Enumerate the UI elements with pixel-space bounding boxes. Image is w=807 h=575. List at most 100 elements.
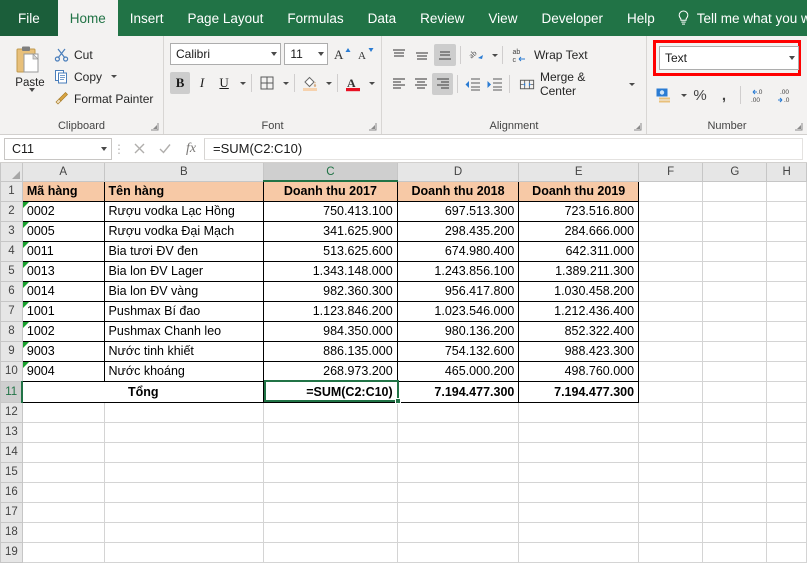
align-bottom-button[interactable] xyxy=(434,44,456,66)
cell-b2[interactable]: Rượu vodka Lạc Hồng xyxy=(104,201,264,221)
cell-e18[interactable] xyxy=(519,522,639,542)
cell-f15[interactable] xyxy=(639,462,703,482)
cell-d7[interactable]: 1.023.546.000 xyxy=(397,301,519,321)
cell-c8[interactable]: 984.350.000 xyxy=(264,321,398,341)
name-box[interactable]: C11 xyxy=(4,138,112,160)
cell-b9[interactable]: Nước tinh khiết xyxy=(104,341,264,361)
cell-e17[interactable] xyxy=(519,502,639,522)
cell-h13[interactable] xyxy=(767,422,807,442)
cell-a8[interactable]: 1002 xyxy=(22,321,104,341)
alignment-dialog-launcher[interactable] xyxy=(633,122,642,131)
cell-e11[interactable]: 7.194.477.300 xyxy=(519,381,639,402)
cell-d17[interactable] xyxy=(397,502,519,522)
increase-font-size-button[interactable]: A xyxy=(331,43,351,65)
cell-b16[interactable] xyxy=(104,482,264,502)
paste-dropdown-caret[interactable] xyxy=(29,88,35,92)
align-center-button[interactable] xyxy=(410,73,431,95)
percent-style-button[interactable]: % xyxy=(689,84,711,106)
row-header-6[interactable]: 6 xyxy=(1,281,23,301)
formula-bar-grip[interactable]: ⋮ xyxy=(112,142,126,156)
row-header-10[interactable]: 10 xyxy=(1,361,23,381)
cell-c4[interactable]: 513.625.600 xyxy=(264,241,398,261)
font-dialog-launcher[interactable] xyxy=(368,122,377,131)
tab-view[interactable]: View xyxy=(476,0,529,36)
format-painter-button[interactable]: Format Painter xyxy=(54,89,153,108)
cell-g3[interactable] xyxy=(703,221,767,241)
row-header-14[interactable]: 14 xyxy=(1,442,23,462)
cell-a10[interactable]: 9004 xyxy=(22,361,104,381)
cell-h6[interactable] xyxy=(767,281,807,301)
cell-f13[interactable] xyxy=(639,422,703,442)
italic-button[interactable]: I xyxy=(192,72,212,94)
font-color-button[interactable]: A xyxy=(343,72,363,94)
cell-d3[interactable]: 298.435.200 xyxy=(397,221,519,241)
tab-review[interactable]: Review xyxy=(408,0,476,36)
cell-h5[interactable] xyxy=(767,261,807,281)
cell-a6[interactable]: 0014 xyxy=(22,281,104,301)
cell-h11[interactable] xyxy=(767,381,807,402)
tab-developer[interactable]: Developer xyxy=(529,0,615,36)
cell-b18[interactable] xyxy=(104,522,264,542)
cell-h7[interactable] xyxy=(767,301,807,321)
cell-e4[interactable]: 642.311.000 xyxy=(519,241,639,261)
clipboard-dialog-launcher[interactable] xyxy=(150,122,159,131)
cell-c18[interactable] xyxy=(264,522,398,542)
cell-h16[interactable] xyxy=(767,482,807,502)
merge-center-button[interactable]: Merge & Center xyxy=(514,73,640,96)
accounting-dropdown-caret[interactable] xyxy=(681,94,687,97)
cell-a19[interactable] xyxy=(22,542,104,562)
formula-input[interactable]: =SUM(C2:C10) xyxy=(204,138,803,160)
column-header-d[interactable]: D xyxy=(397,163,519,181)
cell-a7[interactable]: 1001 xyxy=(22,301,104,321)
cell-d14[interactable] xyxy=(397,442,519,462)
cell-g1[interactable] xyxy=(703,181,767,201)
cell-g14[interactable] xyxy=(703,442,767,462)
cell-d5[interactable]: 1.243.856.100 xyxy=(397,261,519,281)
increase-indent-button[interactable] xyxy=(484,73,505,95)
cell-e9[interactable]: 988.423.300 xyxy=(519,341,639,361)
cell-c12[interactable] xyxy=(264,402,398,422)
cell-c5[interactable]: 1.343.148.000 xyxy=(264,261,398,281)
cell-g8[interactable] xyxy=(703,321,767,341)
row-header-3[interactable]: 3 xyxy=(1,221,23,241)
tell-me-box[interactable]: Tell me what you want xyxy=(667,0,807,36)
cell-b4[interactable]: Bia tươi ĐV đen xyxy=(104,241,264,261)
cell-b13[interactable] xyxy=(104,422,264,442)
cell-h14[interactable] xyxy=(767,442,807,462)
cell-g10[interactable] xyxy=(703,361,767,381)
cell-f11[interactable] xyxy=(639,381,703,402)
cell-g17[interactable] xyxy=(703,502,767,522)
font-color-dropdown-caret[interactable] xyxy=(369,82,375,85)
cell-a17[interactable] xyxy=(22,502,104,522)
cell-e2[interactable]: 723.516.800 xyxy=(519,201,639,221)
cell-c6[interactable]: 982.360.300 xyxy=(264,281,398,301)
cell-a16[interactable] xyxy=(22,482,104,502)
cell-b7[interactable]: Pushmax Bí đao xyxy=(104,301,264,321)
borders-dropdown-caret[interactable] xyxy=(283,82,289,85)
cell-h1[interactable] xyxy=(767,181,807,201)
cell-b14[interactable] xyxy=(104,442,264,462)
fill-handle[interactable] xyxy=(395,398,401,404)
font-size-combo[interactable]: 11 xyxy=(284,43,328,65)
tab-insert[interactable]: Insert xyxy=(118,0,176,36)
cell-b15[interactable] xyxy=(104,462,264,482)
cell-g5[interactable] xyxy=(703,261,767,281)
cell-b5[interactable]: Bia lon ĐV Lager xyxy=(104,261,264,281)
column-header-f[interactable]: F xyxy=(639,163,703,181)
cell-f5[interactable] xyxy=(639,261,703,281)
cell-b12[interactable] xyxy=(104,402,264,422)
column-header-h[interactable]: H xyxy=(767,163,807,181)
cell-a5[interactable]: 0013 xyxy=(22,261,104,281)
cell-g13[interactable] xyxy=(703,422,767,442)
cell-a1[interactable]: Mã hàng xyxy=(22,181,104,201)
cell-c11[interactable]: =SUM(C2:C10) xyxy=(264,381,398,402)
cell-d16[interactable] xyxy=(397,482,519,502)
cell-f4[interactable] xyxy=(639,241,703,261)
cell-e5[interactable]: 1.389.211.300 xyxy=(519,261,639,281)
align-top-button[interactable] xyxy=(388,44,410,66)
cell-b8[interactable]: Pushmax Chanh leo xyxy=(104,321,264,341)
cell-g9[interactable] xyxy=(703,341,767,361)
cell-b6[interactable]: Bia lon ĐV vàng xyxy=(104,281,264,301)
cell-c1[interactable]: Doanh thu 2017 xyxy=(264,181,398,201)
cell-d4[interactable]: 674.980.400 xyxy=(397,241,519,261)
